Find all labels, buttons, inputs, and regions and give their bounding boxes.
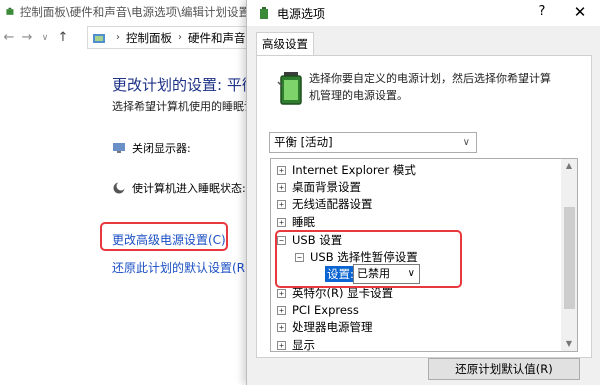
expand-icon[interactable]: + — [277, 217, 286, 227]
expand-icon[interactable]: + — [277, 322, 286, 332]
chevron-down-icon[interactable]: ∨ — [36, 28, 54, 48]
scroll-up-icon[interactable]: ▲ — [561, 159, 577, 173]
dialog-title-bar: 电源选项 ? ✕ — [247, 0, 600, 26]
page-title: 更改计划的设置: 平衡 — [112, 76, 257, 94]
tree-item[interactable]: + 处理器电源管理 — [277, 319, 373, 335]
breadcrumb-control-panel[interactable]: 控制面板 — [126, 30, 172, 46]
sleep-label: 使计算机进入睡眠状态: — [132, 182, 246, 195]
power-options-icon — [260, 7, 268, 19]
expand-icon[interactable]: + — [277, 165, 286, 175]
chevron-down-icon: ∨ — [462, 137, 470, 148]
expand-icon[interactable]: + — [277, 305, 286, 315]
tree-item-label: 处理器电源管理 — [292, 320, 373, 334]
restore-plan-defaults-button[interactable]: 还原计划默认值(R) — [428, 358, 580, 380]
scrollbar-thumb[interactable] — [564, 207, 575, 309]
tree-item-label: 无线适配器设置 — [292, 197, 373, 211]
tree-item-label: 显示 — [292, 338, 315, 352]
close-button[interactable]: ✕ — [571, 3, 589, 21]
power-plan-dropdown[interactable]: 平衡 [活动] ∨ — [269, 132, 477, 153]
forward-arrow-icon[interactable]: → — [18, 28, 36, 48]
restore-plan-defaults-link[interactable]: 还原此计划的默认设置(R) — [112, 259, 250, 276]
tree-scrollbar[interactable]: ▲ ▼ — [561, 159, 577, 351]
power-plan-value: 平衡 [活动] — [274, 135, 333, 149]
plan-settings-content: 更改计划的设置: 平衡 选择希望计算机使用的睡眠设 关闭显示器: 使计算机进入睡… — [0, 50, 257, 385]
power-options-icon — [6, 7, 14, 15]
tree-item[interactable]: + 睡眠 — [277, 214, 315, 230]
expand-icon[interactable]: + — [277, 340, 286, 350]
display-off-label: 关闭显示器: — [132, 142, 191, 155]
tree-item[interactable]: + 桌面背景设置 — [277, 179, 361, 195]
breadcrumb-separator-icon: › — [178, 32, 182, 43]
tree-item[interactable]: + 显示 — [277, 337, 315, 352]
address-bar[interactable]: › 控制面板 › 硬件和声音 — [87, 26, 250, 49]
tab-advanced-settings[interactable]: 高级设置 — [256, 32, 314, 56]
up-arrow-icon[interactable]: ↑ — [54, 28, 72, 48]
moon-icon — [113, 181, 126, 194]
dialog-intro-text: 选择你要自定义的电源计划，然后选择你希望计算机管理的电源设置。 — [309, 72, 551, 102]
expand-icon[interactable]: + — [277, 182, 286, 192]
monitor-icon — [113, 143, 125, 153]
tree-item[interactable]: + PCI Express — [277, 302, 359, 318]
sleep-row: 使计算机进入睡眠状态: — [112, 180, 246, 196]
battery-icon — [277, 72, 302, 105]
dialog-title: 电源选项 — [277, 6, 326, 21]
control-panel-icon — [93, 33, 105, 43]
breadcrumb-separator-icon: › — [116, 32, 120, 43]
tree-item-label: 睡眠 — [292, 215, 315, 229]
expand-icon[interactable]: + — [277, 288, 286, 298]
highlight-box-advanced-link — [100, 222, 228, 251]
tree-item-label: PCI Express — [292, 303, 359, 317]
page-description: 选择希望计算机使用的睡眠设 — [112, 100, 255, 113]
tree-item[interactable]: + Internet Explorer 模式 — [277, 162, 416, 178]
highlight-box-usb-settings — [275, 230, 462, 288]
expand-icon[interactable]: + — [277, 199, 286, 209]
scroll-down-icon[interactable]: ▼ — [561, 337, 577, 351]
display-off-row: 关闭显示器: — [112, 140, 191, 156]
help-button[interactable]: ? — [534, 4, 550, 19]
breadcrumb-hardware-sound[interactable]: 硬件和声音 — [188, 30, 246, 46]
tree-item-label: 桌面背景设置 — [292, 180, 361, 194]
back-arrow-icon[interactable]: ← — [0, 28, 18, 48]
tree-item[interactable]: + 无线适配器设置 — [277, 196, 373, 212]
window-title-bar: 控制面板\硬件和声音\电源选项\编辑计划设置 — [0, 0, 250, 24]
window-title: 控制面板\硬件和声音\电源选项\编辑计划设置 — [19, 5, 250, 19]
tree-item-label: Internet Explorer 模式 — [292, 163, 416, 177]
